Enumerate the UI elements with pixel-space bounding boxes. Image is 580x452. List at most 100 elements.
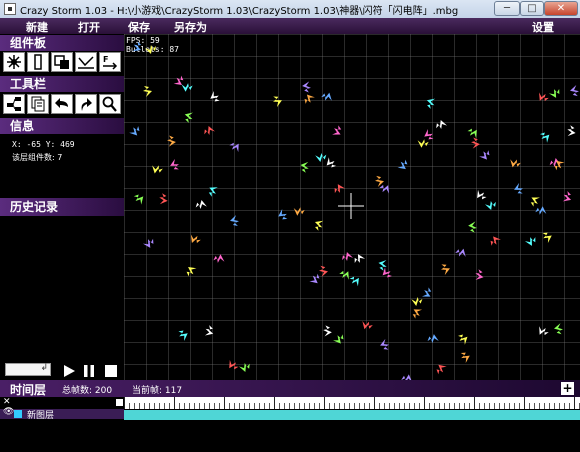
info-header: 信息 [0,118,124,134]
mask-tool-button[interactable] [51,52,73,72]
layers-icon [54,55,69,69]
timeline-title: 时间层 [10,383,47,397]
add-layer-button[interactable]: + [561,382,574,395]
bullet-sprite [539,132,550,143]
bullet-sprite [302,81,311,93]
layer-track[interactable] [124,410,580,420]
bullet-sprite [323,325,332,337]
minimize-button[interactable]: ─ [494,1,520,16]
bullet-sprite [380,338,389,350]
force-tool-button[interactable]: F [99,52,121,72]
bullet-sprite [190,234,201,244]
playback-controls: ↲ [0,360,124,380]
bullet-sprite [477,189,487,200]
bullet-sprite [354,254,366,263]
maximize-button[interactable]: □ [520,1,544,16]
bullet-sprite [167,135,176,147]
bullet-sprite [238,363,250,372]
bullet-sprite [300,161,309,173]
close-button[interactable]: ✕ [544,1,578,16]
bullet-sprite [229,142,239,153]
coordinates-readout: X: -65 Y: 469 [12,140,75,149]
sidebar: 组件板 F 工具栏 信息 X: -65 Y: 469 该层组件数: 7 历史记录 [0,34,124,380]
bullet-sprite [332,125,342,135]
menu-save[interactable]: 保存 [128,19,150,35]
layer-resize-handle[interactable] [116,399,123,406]
bullet-sprite [397,159,408,170]
play-button[interactable] [62,363,76,377]
slider-handle-icon: ↲ [40,363,48,373]
laser-tool-button[interactable] [27,52,49,72]
menu-new[interactable]: 新建 [26,19,48,35]
frame-ruler[interactable] [124,397,580,409]
sparkle-icon [7,55,21,69]
menu-save-as[interactable]: 另存为 [174,19,207,35]
current-frame: 当前帧: 117 [132,386,183,396]
preview-canvas[interactable]: FPS: 59 Bullets: 87 [124,34,580,380]
zoom-tool-button[interactable] [99,94,121,114]
svg-text:F: F [103,55,108,64]
bullet-sprite [426,98,436,109]
bullet-sprite [333,334,344,344]
undo-tool-button[interactable] [51,94,73,114]
bullet-layer [129,41,579,380]
bullet-sprite [186,266,197,277]
title-bar: Crazy Storm 1.03 - H:\小游戏\CrazyStorm 1.0… [0,0,580,19]
menu-settings[interactable]: 设置 [532,19,554,35]
eye-icon[interactable]: 👁 [3,407,14,417]
bullet-sprite [334,184,346,194]
bullet-sprite [349,276,359,287]
bullet-sprite [213,254,225,263]
bullet-sprite [293,207,305,216]
layer-name: 新图层 [27,411,55,421]
bullet-sprite [554,323,563,335]
bullet-sprite [314,220,324,231]
pause-icon [84,365,94,377]
bullet-sprite [530,197,540,207]
copy-icon [31,96,45,112]
timeline-track-area[interactable] [124,397,580,452]
bullet-sprite [424,129,434,140]
stop-button[interactable] [104,363,118,377]
bullet-sprite [152,165,163,174]
bullet-sprite [143,86,152,97]
bullet-sprite [417,139,429,148]
bullet-sprite [184,112,194,123]
layer-row[interactable]: 👁 新图层 [0,407,124,421]
layer-close-button[interactable]: ✕ [3,397,11,407]
bullet-sprite [468,221,477,233]
bullet-sprite [475,269,484,280]
undo-icon [55,98,68,108]
hierarchy-tool-button[interactable] [3,94,25,114]
menu-bar: 新建 打开 保存 另存为 设置 [0,18,580,34]
menu-open[interactable]: 打开 [78,19,100,35]
bullet-sprite [436,364,447,375]
rebound-tool-button[interactable] [75,52,97,72]
pause-button[interactable] [82,363,96,377]
laser-icon [34,54,42,70]
bullet-sprite [304,94,315,104]
bullet-sprite [145,45,156,54]
bullet-sprite [204,126,216,135]
bullet-sprite [539,92,549,102]
bullet-sprite [339,270,349,280]
layer-color-swatch [14,410,22,418]
layer-panel: ✕ 👁 新图层 [0,397,124,452]
speed-slider[interactable]: ↲ [5,363,51,376]
bullet-sprite [142,238,154,248]
bullet-sprite [510,159,521,168]
copy-tool-button[interactable] [27,94,49,114]
bullet-sprite [278,208,288,220]
bullet-sprite [484,201,496,210]
redo-icon [81,98,92,111]
emitter-tool-button[interactable] [3,52,25,72]
bullet-sprite [230,215,239,227]
bullet-sprite [548,88,560,98]
hierarchy-icon [7,97,21,111]
bullet-sprite [204,325,214,336]
bullet-sprite [309,273,320,284]
redo-tool-button[interactable] [75,94,97,114]
bullet-sprite [570,85,579,97]
crosshair-icon [338,193,364,219]
components-header: 组件板 [0,35,124,51]
